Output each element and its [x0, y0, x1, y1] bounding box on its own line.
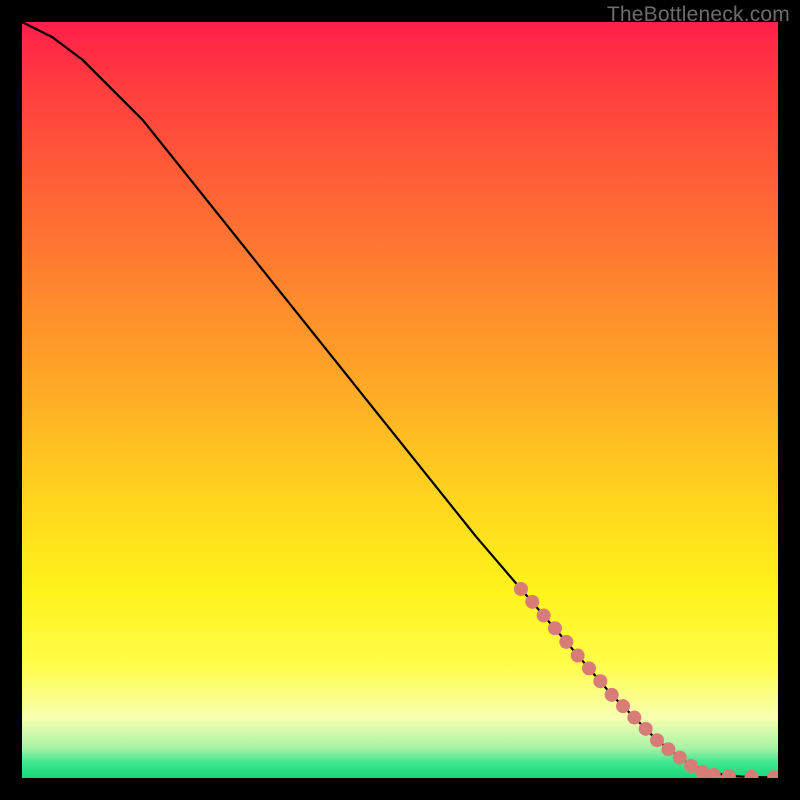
- marker-dot: [514, 582, 528, 596]
- marker-dot: [722, 769, 736, 778]
- marker-dots-group: [514, 582, 778, 778]
- marker-dot: [537, 608, 551, 622]
- marker-dot: [650, 733, 664, 747]
- marker-dot: [548, 621, 562, 635]
- marker-dot: [582, 661, 596, 675]
- marker-dot: [559, 635, 573, 649]
- watermark-text: TheBottleneck.com: [607, 3, 790, 27]
- marker-dot: [593, 674, 607, 688]
- marker-dot: [661, 742, 675, 756]
- marker-dot: [673, 751, 687, 765]
- marker-dot: [767, 770, 778, 778]
- marker-dot: [627, 711, 641, 725]
- plot-area: [22, 22, 778, 778]
- marker-dot: [571, 649, 585, 663]
- chart-overlay-svg: [22, 22, 778, 778]
- marker-dot: [616, 699, 630, 713]
- curve-line: [22, 22, 778, 777]
- chart-frame: TheBottleneck.com: [0, 0, 800, 800]
- marker-dot: [639, 722, 653, 736]
- marker-dot: [745, 770, 759, 778]
- marker-dot: [605, 688, 619, 702]
- marker-dot: [525, 595, 539, 609]
